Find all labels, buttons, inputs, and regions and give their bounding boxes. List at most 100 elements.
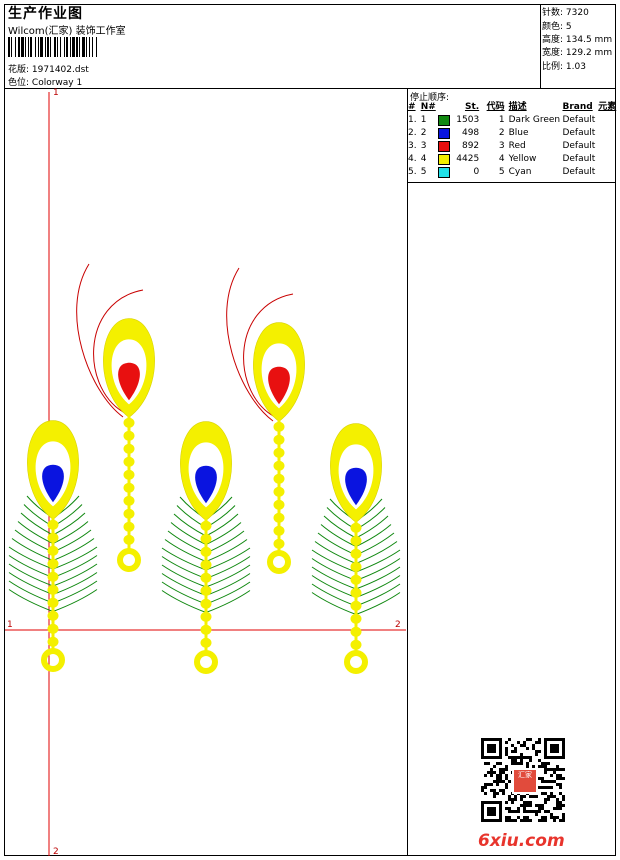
qr-module (535, 750, 538, 753)
qr-module (511, 759, 514, 762)
qr-module (514, 795, 517, 798)
stem-ring (267, 550, 291, 574)
qr-module (499, 789, 502, 792)
qr-module (520, 762, 523, 765)
stem-bead (123, 508, 135, 519)
qr-module (517, 810, 520, 813)
qr-module (547, 768, 550, 771)
qr-module (529, 795, 532, 798)
qr-module (538, 738, 541, 741)
qr-module (481, 786, 484, 789)
stem-bead (47, 636, 59, 647)
qr-module (541, 765, 544, 768)
qr-module (496, 777, 499, 780)
qr-module (532, 744, 535, 747)
qr-module (514, 810, 517, 813)
qr-module (493, 771, 496, 774)
qr-module (499, 768, 502, 771)
qr-module (481, 789, 484, 792)
stem-bead (200, 598, 212, 609)
qr-module (562, 768, 565, 771)
qr-module (520, 819, 523, 822)
qr-module (499, 780, 502, 783)
qr-finder-core (487, 807, 496, 816)
qr-module (511, 744, 514, 747)
stem-bead (350, 574, 362, 585)
qr-module (487, 762, 490, 765)
qr-module (505, 777, 508, 780)
qr-module (553, 780, 556, 783)
stem-bead (123, 456, 135, 467)
qr-module (490, 768, 493, 771)
stem-bead (350, 522, 362, 533)
qr-module (526, 747, 529, 750)
qr-module (556, 765, 559, 768)
axis-h-start-label: 1 (7, 620, 13, 630)
qr-module (544, 786, 547, 789)
stem-bead (47, 545, 59, 556)
qr-module (514, 750, 517, 753)
qr-module (538, 750, 541, 753)
qr-module (502, 771, 505, 774)
qr-finder-core (487, 744, 496, 753)
qr-module (505, 801, 508, 804)
qr-module (496, 780, 499, 783)
qr-module (514, 756, 517, 759)
qr-module (556, 774, 559, 777)
qr-module (541, 807, 544, 810)
qr-module (544, 798, 547, 801)
qr-module (535, 795, 538, 798)
seal-text: 汇家 (518, 771, 532, 779)
qr-module (523, 816, 526, 819)
qr-module (526, 762, 529, 765)
qr-module (502, 780, 505, 783)
qr-module (544, 816, 547, 819)
qr-module (526, 816, 529, 819)
qr-module (526, 801, 529, 804)
qr-module (559, 774, 562, 777)
qr-module (538, 741, 541, 744)
qr-module (505, 783, 508, 786)
qr-module (547, 780, 550, 783)
qr-module (526, 804, 529, 807)
stem-bead (123, 521, 135, 532)
stem-bead (123, 534, 135, 545)
qr-module (484, 774, 487, 777)
qr-module (562, 798, 565, 801)
qr-module (553, 795, 556, 798)
qr-module (505, 786, 508, 789)
qr-module (556, 768, 559, 771)
qr-module (523, 795, 526, 798)
qr-module (556, 816, 559, 819)
axis-h-end-label: 2 (395, 620, 401, 630)
qr-module (490, 774, 493, 777)
qr-module (559, 777, 562, 780)
qr-module (520, 798, 523, 801)
feather-motif (311, 423, 401, 674)
stem-bead (273, 421, 285, 432)
qr-module (484, 783, 487, 786)
qr-module (562, 777, 565, 780)
qr-module (514, 798, 517, 801)
qr-module (508, 756, 511, 759)
qr-module (511, 810, 514, 813)
qr-module (517, 816, 520, 819)
qr-module (499, 762, 502, 765)
qr-module (541, 777, 544, 780)
seal-stamp: 汇家 (512, 768, 538, 794)
qr-module (505, 765, 508, 768)
qr-module (544, 768, 547, 771)
qr-module (508, 819, 511, 822)
qr-module (532, 747, 535, 750)
qr-module (562, 813, 565, 816)
stem-bead (47, 558, 59, 569)
qr-module (523, 741, 526, 744)
qr-module (517, 807, 520, 810)
qr-module (520, 744, 523, 747)
qr-module (508, 816, 511, 819)
qr-module (538, 807, 541, 810)
qr-module (538, 759, 541, 762)
qr-module (514, 759, 517, 762)
qr-module (556, 801, 559, 804)
qr-module (508, 795, 511, 798)
